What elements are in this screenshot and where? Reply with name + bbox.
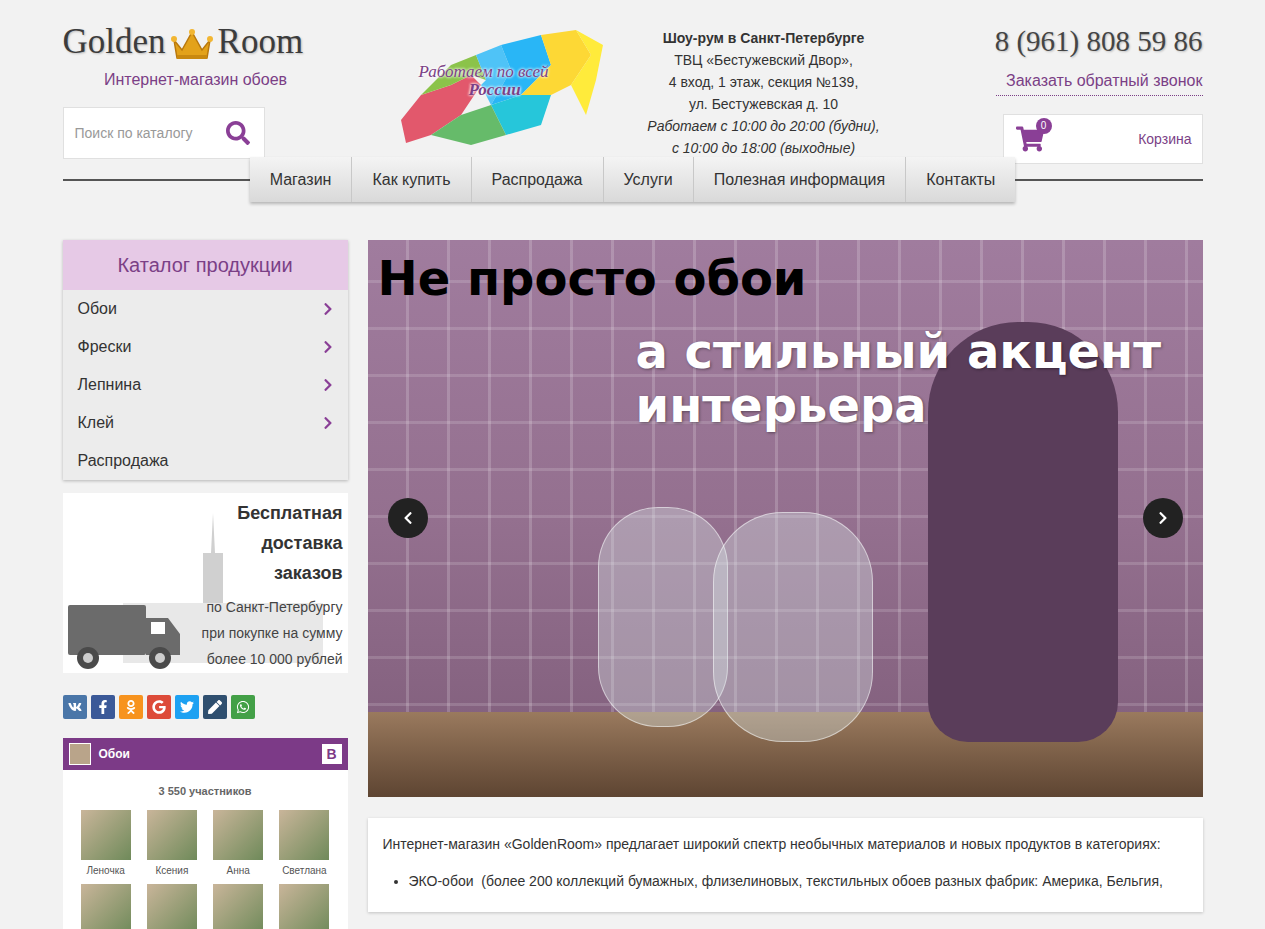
member-avatar-icon bbox=[279, 884, 329, 929]
header: GoldenRoom Интернет-магазин обоев Поиск по… bbox=[63, 0, 1203, 164]
chevron-left-icon bbox=[401, 511, 415, 525]
vk-group-name: Обои bbox=[99, 745, 314, 763]
member-avatar-icon bbox=[279, 810, 329, 860]
phone[interactable]: 8 (961) 808 59 86 bbox=[995, 22, 1203, 60]
chevron-right-icon bbox=[323, 302, 333, 316]
cart-label: Корзина bbox=[1138, 129, 1191, 150]
chevron-right-icon bbox=[1156, 511, 1170, 525]
vk-member[interactable]: Анна bbox=[205, 810, 271, 878]
map-caption-line: России bbox=[419, 81, 549, 99]
showroom-info: Шоу-рум в Санкт-ПетербургеТВЦ «Бестужевс… bbox=[639, 22, 889, 164]
slider-next-button[interactable] bbox=[1143, 498, 1183, 538]
crown-icon bbox=[170, 28, 214, 62]
slider: Не просто обои а стильный акцентинтерьера bbox=[368, 240, 1203, 797]
callback-link[interactable]: Заказать обратный звонок bbox=[996, 69, 1202, 96]
delivery-title-line: заказов bbox=[274, 558, 343, 588]
vk-share-button[interactable] bbox=[63, 695, 87, 719]
nav-item[interactable]: Магазин bbox=[250, 157, 353, 202]
delivery-text-line: при покупке на сумму bbox=[202, 620, 343, 646]
catalog-item[interactable]: Обои bbox=[63, 290, 348, 328]
whatsapp-share-button[interactable] bbox=[231, 695, 255, 719]
slider-subtitle-line: а стильный акцент bbox=[636, 324, 1162, 378]
delivery-title-line: Бесплатная bbox=[237, 498, 342, 528]
share-buttons bbox=[63, 695, 348, 719]
search-icon[interactable] bbox=[226, 121, 250, 145]
map-banner: Работаем по всейРоссии bbox=[391, 25, 606, 150]
catalog-item[interactable]: Фрески bbox=[63, 328, 348, 366]
showroom-hours-line: Работаем с 10:00 до 20:00 (будни), bbox=[639, 115, 889, 137]
nav-item[interactable]: Распродажа bbox=[472, 157, 604, 202]
vk-member[interactable]: Леночка bbox=[73, 810, 139, 878]
livejournal-share-button[interactable] bbox=[203, 695, 227, 719]
group-avatar-icon bbox=[69, 743, 91, 765]
delivery-text-line: более 10 000 рублей bbox=[202, 646, 343, 672]
nav-item[interactable]: Как купить bbox=[352, 157, 471, 202]
showroom-title: Шоу-рум в Санкт-Петербурге bbox=[639, 27, 889, 49]
slider-title: Не просто обои bbox=[378, 250, 807, 306]
member-avatar-icon bbox=[213, 884, 263, 929]
slider-prev-button[interactable] bbox=[388, 498, 428, 538]
nav-item[interactable]: Полезная информация bbox=[694, 157, 907, 202]
page: GoldenRoom Интернет-магазин обоев Поиск по… bbox=[0, 0, 1265, 929]
showroom-address-line: 4 вход, 1 этаж, секция №139, bbox=[639, 71, 889, 93]
vk-member[interactable] bbox=[139, 884, 205, 929]
member-avatar-icon bbox=[81, 884, 131, 929]
member-name: Анна bbox=[226, 863, 249, 878]
member-name: Светлана bbox=[282, 863, 327, 878]
vk-widget: Обои В 3 550 участников Леночка Ксения Анна Св… bbox=[63, 738, 348, 929]
catalog-item[interactable]: Распродажа bbox=[63, 442, 348, 480]
vk-member[interactable]: Ксения bbox=[139, 810, 205, 878]
slider-subtitle-line: интерьера bbox=[636, 378, 1162, 432]
twitter-share-button[interactable] bbox=[175, 695, 199, 719]
delivery-title-line: доставка bbox=[261, 528, 342, 558]
main-nav: МагазинКак купитьРаспродажаУслугиПолезна… bbox=[250, 157, 1016, 202]
member-name: Ксения bbox=[155, 863, 188, 878]
showroom-hours-line: с 10:00 до 18:00 (выходные) bbox=[639, 137, 889, 159]
nav-item[interactable]: Контакты bbox=[906, 157, 1015, 202]
map-caption-line: Работаем по всей bbox=[419, 63, 549, 81]
showroom-address-line: ул. Бестужевская д. 10 bbox=[639, 93, 889, 115]
vk-widget-header[interactable]: Обои В bbox=[63, 738, 348, 770]
catalog-title: Каталог продукции bbox=[63, 240, 348, 290]
member-avatar-icon bbox=[147, 810, 197, 860]
vk-member[interactable] bbox=[205, 884, 271, 929]
member-avatar-icon bbox=[213, 810, 263, 860]
search-placeholder: Поиск по каталогу bbox=[75, 123, 226, 144]
logo-subtitle: Интернет-магазин обоев bbox=[63, 68, 323, 92]
catalog-item[interactable]: Лепнина bbox=[63, 366, 348, 404]
delivery-text-line: по Санкт-Петербургу bbox=[202, 594, 343, 620]
odnoklassniki-share-button[interactable] bbox=[119, 695, 143, 719]
cart-button[interactable]: 0 Корзина bbox=[1003, 114, 1203, 164]
logo[interactable]: GoldenRoom bbox=[63, 22, 323, 62]
member-avatar-icon bbox=[81, 810, 131, 860]
chevron-right-icon bbox=[323, 340, 333, 354]
delivery-banner[interactable]: Бесплатнаядоставказаказов по Санкт-Петерб… bbox=[63, 493, 348, 673]
catalog-item[interactable]: Клей bbox=[63, 404, 348, 442]
vk-badge: В bbox=[322, 744, 342, 764]
chevron-right-icon bbox=[323, 416, 333, 430]
member-avatar-icon bbox=[147, 884, 197, 929]
intro-bullet: ЭКО-обои (более 200 коллекций бумажных, … bbox=[409, 870, 1188, 892]
intro-card: Интернет-магазин «GoldenRoom» предлагает… bbox=[368, 818, 1203, 912]
vk-member[interactable] bbox=[271, 884, 337, 929]
vk-members-count: 3 550 участников bbox=[63, 770, 348, 810]
vk-member[interactable]: Светлана bbox=[271, 810, 337, 878]
intro-text: Интернет-магазин «GoldenRoom» предлагает… bbox=[383, 833, 1188, 855]
catalog-panel: Каталог продукцииОбоиФрескиЛепнинаКлейРа… bbox=[63, 240, 348, 480]
vk-member[interactable] bbox=[73, 884, 139, 929]
facebook-share-button[interactable] bbox=[91, 695, 115, 719]
google-share-button[interactable] bbox=[147, 695, 171, 719]
chevron-right-icon bbox=[323, 378, 333, 392]
nav-item[interactable]: Услуги bbox=[604, 157, 694, 202]
cart-badge: 0 bbox=[1036, 118, 1052, 134]
member-name: Леночка bbox=[86, 863, 124, 878]
showroom-address-line: ТВЦ «Бестужевский Двор», bbox=[639, 49, 889, 71]
search-box[interactable]: Поиск по каталогу bbox=[63, 107, 265, 159]
